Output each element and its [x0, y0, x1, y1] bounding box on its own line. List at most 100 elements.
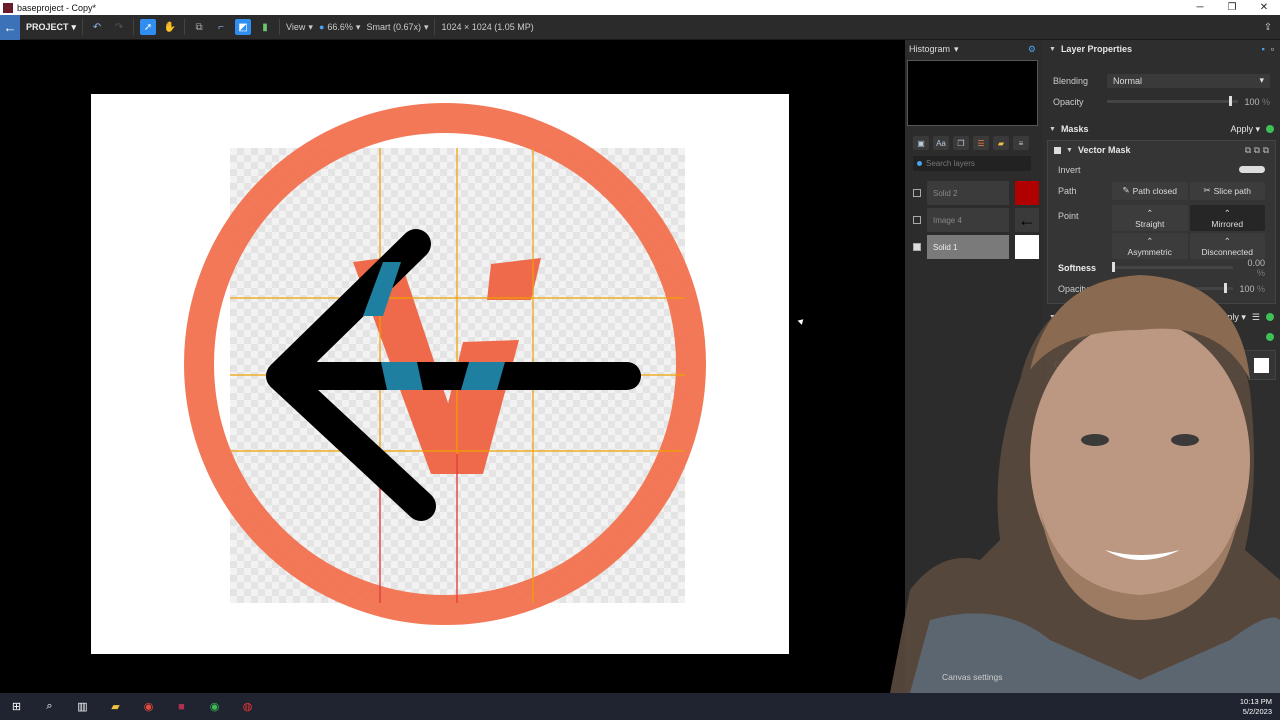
mask-options-icon[interactable]: ⧉ ⧉ ⧉ — [1245, 145, 1269, 156]
canvas-settings-button[interactable]: Canvas settings — [942, 672, 1002, 682]
content-title: Content — [1060, 332, 1095, 342]
clock-date: 5/2/2023 — [1242, 706, 1272, 716]
histogram-title: Histogram — [909, 44, 951, 54]
histogram-header[interactable]: Histogram ▾ ⚙ — [905, 40, 1040, 58]
softness-slider[interactable] — [1112, 262, 1233, 272]
mask-opacity-slider[interactable] — [1112, 283, 1233, 293]
share-button[interactable]: ⇪ — [1260, 19, 1276, 35]
mask-visibility-checkbox[interactable] — [1054, 146, 1061, 154]
recorder-icon[interactable]: ◍ — [231, 693, 264, 720]
menu-icon[interactable]: ≡ — [1013, 136, 1029, 150]
color-swatch[interactable] — [1254, 357, 1269, 373]
histogram-display — [907, 60, 1038, 126]
layer-properties-header[interactable]: ▼ Layer Properties ▪ ▫ — [1043, 40, 1280, 58]
vector-mask-header[interactable]: ▼ Vector Mask ⧉ ⧉ ⧉ — [1048, 141, 1275, 159]
chevron-down-icon: ▼ — [1049, 333, 1056, 341]
search-icon — [917, 161, 922, 166]
effects-header[interactable]: ▼ Effects Apply ▾ ☰ — [1043, 308, 1280, 326]
straight-button[interactable]: ⌃ Straight — [1112, 205, 1188, 231]
path-row: Path ✎ Path closed ✂ Slice path — [1048, 180, 1275, 201]
content-header[interactable]: ▼ Content — [1043, 328, 1280, 346]
file-explorer-icon[interactable]: ▰ — [99, 693, 132, 720]
softness-row: Softness 0.00 % — [1048, 257, 1275, 278]
redo-button[interactable]: ↷ — [111, 19, 127, 35]
chevron-down-icon: ▾ — [954, 43, 959, 54]
slice-path-button[interactable]: ✂ Slice path — [1189, 181, 1265, 200]
zoom-menu[interactable]: ● 66.6% ▾ — [319, 22, 361, 33]
add-mask-icon[interactable] — [1266, 125, 1274, 133]
path-closed-button[interactable]: ✎ Path closed — [1112, 181, 1188, 200]
layer-search-input[interactable]: Search layers — [913, 156, 1031, 171]
close-button[interactable]: ✕ — [1248, 2, 1280, 13]
chevron-down-icon: ▼ — [1049, 45, 1056, 53]
invert-toggle[interactable] — [1239, 166, 1265, 173]
slider-knob[interactable] — [1112, 262, 1115, 272]
vector-mask-title: Vector Mask — [1077, 145, 1131, 155]
main-toolbar: ← PROJECT ▾ ↶ ↷ ➚ ✋ ⧉ ⌐ ◩ ▮ View ▾ ● 66.6% ▾… — [0, 14, 1280, 40]
layer-visibility-checkbox[interactable] — [913, 216, 921, 224]
opacity-label: Opacity — [1053, 96, 1084, 107]
layer-visibility-checkbox[interactable] — [913, 243, 921, 251]
chrome-icon[interactable]: ◉ — [198, 693, 231, 720]
chrome-icon[interactable]: ◉ — [132, 693, 165, 720]
view-menu[interactable]: View ▾ — [286, 22, 313, 33]
adjustment-layer-icon[interactable]: ☰ — [973, 136, 989, 150]
duplicate-layer-icon[interactable]: ❐ — [953, 136, 969, 150]
save-icon[interactable]: ▪ — [1262, 44, 1265, 54]
masks-apply-button[interactable]: Apply ▾ — [1230, 124, 1260, 135]
zoom-dot-icon: ● — [318, 22, 325, 32]
list-icon[interactable]: ☰ — [1252, 312, 1260, 323]
crop-tool-icon[interactable]: ⌐ — [213, 19, 229, 35]
mirrored-button[interactable]: ⌃ Mirrored — [1189, 205, 1265, 231]
divider — [434, 19, 436, 35]
windows-start-icon[interactable]: ⊞ — [0, 693, 33, 720]
quality-menu[interactable]: Smart (0.67x) ▾ — [366, 22, 428, 33]
gear-icon[interactable]: ⚙ — [1028, 44, 1036, 55]
opacity-row: Opacity 100 % — [1043, 91, 1280, 112]
opacity-slider[interactable] — [1107, 96, 1238, 106]
blending-select[interactable]: Normal ▾ — [1107, 73, 1270, 88]
search-icon[interactable]: ⌕ — [33, 693, 66, 720]
mask-opacity-value: 100 % — [1239, 283, 1265, 294]
image-layer-icon[interactable]: ▣ — [913, 136, 929, 150]
text-layer-icon[interactable]: Aa — [933, 136, 949, 150]
layer-item[interactable]: Image 4 ← — [913, 208, 1040, 232]
layer-item[interactable]: Solid 1 — [913, 235, 1040, 259]
slider-knob[interactable] — [1229, 96, 1232, 106]
minimize-button[interactable]: ─ — [1184, 2, 1216, 13]
masks-title: Masks — [1060, 124, 1089, 134]
slider-knob[interactable] — [1224, 283, 1227, 293]
layer-visibility-checkbox[interactable] — [913, 189, 921, 197]
hand-tool-icon[interactable]: ✋ — [162, 19, 178, 35]
photo-editor-icon[interactable]: ■ — [165, 693, 198, 720]
select-tool-icon[interactable]: ➚ — [140, 19, 157, 35]
right-panel: Histogram ▾ ⚙ ▣ Aa ❐ ☰ ▰ ≡ Search layers… — [905, 40, 1280, 693]
effects-apply-button[interactable]: Apply ▾ — [1216, 312, 1246, 323]
asymmetric-button[interactable]: ⌃ Asymmetric — [1112, 233, 1188, 259]
maximize-button[interactable]: ❐ — [1216, 2, 1248, 13]
transform-tool-icon[interactable]: ⧉ — [191, 19, 207, 35]
project-menu[interactable]: PROJECT ▾ — [26, 22, 76, 33]
system-clock[interactable]: 10:13 PM 5/2/2023 — [1240, 697, 1280, 717]
layer-name: Image 4 — [927, 208, 1009, 232]
add-effect-icon[interactable] — [1266, 313, 1274, 321]
chevron-down-icon: ▾ — [355, 21, 361, 32]
fill-tool-icon[interactable]: ▮ — [257, 19, 273, 35]
more-icon[interactable]: ▫ — [1271, 44, 1274, 54]
layer-item[interactable]: Solid 2 — [913, 181, 1040, 205]
undo-button[interactable]: ↶ — [89, 19, 105, 35]
add-content-icon[interactable] — [1266, 333, 1274, 341]
image-canvas[interactable] — [91, 94, 789, 654]
disconnected-button[interactable]: ⌃ Disconnected — [1189, 233, 1265, 259]
chevron-down-icon: ▾ — [308, 21, 313, 32]
back-button[interactable]: ← — [0, 14, 20, 40]
chevron-down-icon: ▾ — [423, 21, 429, 32]
masks-header[interactable]: ▼ Masks Apply ▾ — [1043, 120, 1280, 138]
mask-tool-icon[interactable]: ◩ — [235, 19, 252, 35]
task-view-icon[interactable]: ▥ — [66, 693, 99, 720]
vector-mask-card: ▼ Vector Mask ⧉ ⧉ ⧉ Invert Path ✎ Path cl… — [1047, 140, 1276, 304]
chevron-down-icon: ▼ — [1049, 125, 1056, 133]
folder-icon[interactable]: ▰ — [993, 136, 1009, 150]
artwork — [184, 103, 706, 625]
blending-label: Blending — [1053, 75, 1089, 86]
